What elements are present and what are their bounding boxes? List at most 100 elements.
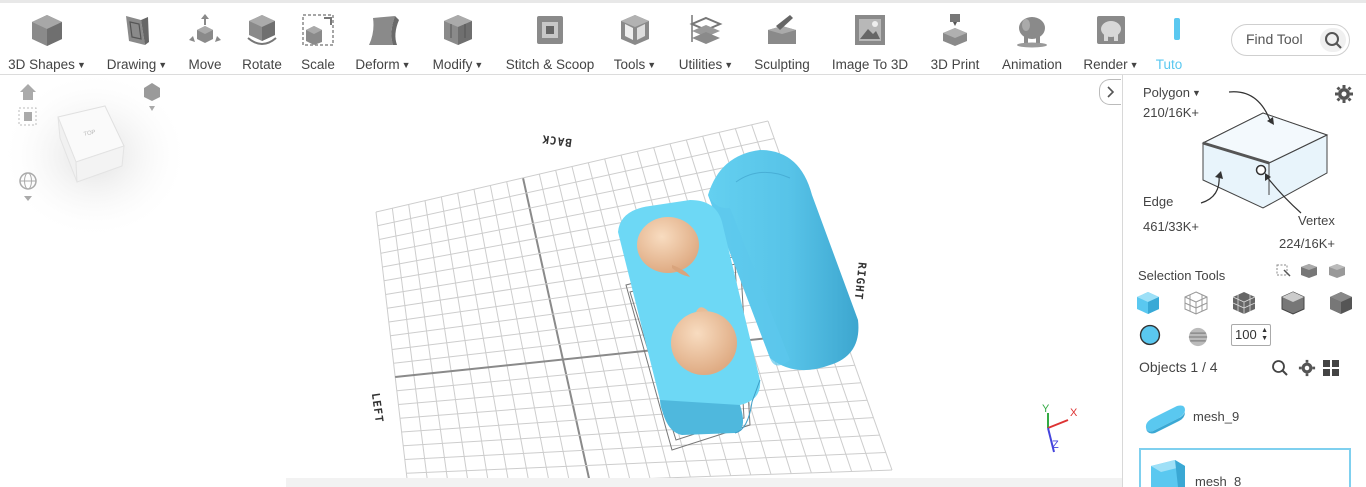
find-tool-input[interactable] [1246,31,1326,47]
chevron-right-icon [1107,86,1115,98]
mesh-thumbnail [1151,460,1185,487]
drawing-icon [126,16,149,45]
scene-canvas[interactable]: TOP BACK RIGHT LEFT Y X Z [0,70,1122,487]
tool-deform[interactable]: Deform ▼ [350,8,416,74]
search-icon [1325,32,1342,49]
bottom-strip [286,478,1122,487]
search-objects-icon[interactable] [1271,359,1289,377]
select-outline-icon[interactable] [1280,290,1306,316]
animation-icon [1017,17,1047,48]
tool-drawing[interactable]: Drawing ▼ [100,8,174,74]
collapse-panel-button[interactable] [1099,79,1121,105]
tool-tutorial[interactable]: Tuto [1154,8,1184,74]
right-panel: Polygon ▼ 210/16K+ Edge 461/33K+ Vertex 2… [1122,75,1366,487]
tutorial-icon [1174,18,1180,40]
selection-mode-icons[interactable] [1275,261,1357,279]
stepper-arrows-icon: ▲ ▼ [1261,327,1268,342]
tool-label: 3D Shapes [8,57,75,72]
grid-view-icon[interactable] [1322,359,1340,377]
tool-label: Tuto [1155,57,1183,72]
axis-label-back: BACK [541,132,573,149]
vertex-label: Vertex [1298,213,1335,228]
tool-label: Deform [355,57,400,72]
brush-pattern-icon[interactable] [1185,324,1211,350]
tool-label: Stitch & Scoop [505,57,595,72]
edge-count: 461/33K+ [1143,219,1200,234]
scale-icon [302,14,334,46]
rotate-icon [247,15,277,45]
tool-image-to-3d[interactable]: Image To 3D [826,8,914,74]
select-object-icon[interactable] [1135,290,1161,316]
select-grid-icon[interactable] [1231,290,1257,316]
tool-label: Animation [1001,57,1063,72]
object-name: mesh_9 [1193,409,1240,424]
tools-icon [621,15,649,45]
object-name: mesh_8 [1195,474,1242,487]
chevron-down-icon: ▼ [401,60,411,70]
tool-rotate[interactable]: Rotate [236,8,288,74]
chevron-down-icon: ▼ [76,60,86,70]
tool-3d-print[interactable]: 3D Print [924,8,986,74]
gizmo-x-label: X [1070,407,1078,419]
tool-3d-shapes[interactable]: 3D Shapes ▼ [2,8,92,74]
tool-tools[interactable]: Tools ▼ [608,8,662,74]
tool-sculpting[interactable]: Sculpting [748,8,816,74]
modify-icon [444,15,472,45]
chevron-down-icon: ▼ [158,60,168,70]
tool-label: Utilities [678,57,723,72]
deform-icon [369,16,399,45]
vertex-count: 224/16K+ [1279,236,1336,251]
tool-scale[interactable]: Scale [294,8,342,74]
tool-label: Scale [301,57,335,72]
stitch-scoop-icon [537,16,563,44]
gizmo-y-label: Y [1042,403,1050,415]
tool-utilities[interactable]: Utilities ▼ [672,8,740,74]
select-wireframe-icon[interactable] [1183,290,1209,316]
object-list-item-selected[interactable]: mesh_8 [1139,448,1351,487]
3d-print-icon [943,14,967,46]
chevron-down-icon: ▼ [724,60,734,70]
cube-icon [32,15,62,46]
axis-label-right: RIGHT [852,262,869,301]
render-icon [1097,16,1125,44]
fit-view-icon [24,112,32,121]
edge-label: Edge [1143,194,1174,209]
image-to-3d-icon [855,15,885,45]
chevron-down-icon: ▼ [474,60,484,70]
brush-size-stepper[interactable]: 100 ▲ ▼ [1231,324,1271,346]
tool-label: Sculpting [754,57,810,72]
app-window: 3D Shapes ▼ Drawing ▼ Move Rotate Scale De… [0,0,1366,487]
tool-move[interactable]: Move [180,8,230,74]
tool-label: Move [188,57,222,72]
tool-modify[interactable]: Modify ▼ [426,8,490,74]
objects-count-label: Objects 1 / 4 [1139,359,1218,375]
object-list-item[interactable]: mesh_9 [1139,388,1351,450]
tool-label: Rotate [242,57,282,72]
mesh-component-diagram [1200,91,1329,214]
tool-label: Render [1083,57,1128,72]
search-button[interactable] [1320,28,1346,52]
tool-label: Drawing [106,57,157,72]
3d-viewport[interactable]: TOP BACK RIGHT LEFT Y X Z [0,70,1122,487]
sculpting-icon [768,15,796,44]
tool-animation[interactable]: Animation [994,8,1070,74]
objects-settings-icon[interactable] [1298,359,1316,377]
tool-label: Tools [613,57,646,72]
tool-render[interactable]: Render ▼ [1078,8,1144,74]
axis-gizmo: Y X Z [1042,403,1078,453]
mesh-thumbnail [1145,405,1185,434]
brush-size-value: 100 [1235,327,1257,342]
utilities-icon [689,15,723,44]
gizmo-z-label: Z [1052,439,1059,451]
tool-label: 3D Print [930,57,980,72]
tool-label: Modify [432,57,473,72]
tool-stitch-scoop[interactable]: Stitch & Scoop [500,8,600,74]
find-tool-search [1231,24,1350,56]
select-solid-icon[interactable] [1328,290,1354,316]
axis-label-left: LEFT [369,392,386,424]
selection-tools-label: Selection Tools [1138,268,1226,283]
chevron-down-icon: ▼ [1129,60,1139,70]
chevron-down-icon: ▼ [647,60,657,70]
brush-color-swatch[interactable] [1137,322,1163,348]
main-toolbar: 3D Shapes ▼ Drawing ▼ Move Rotate Scale De… [0,0,1366,75]
